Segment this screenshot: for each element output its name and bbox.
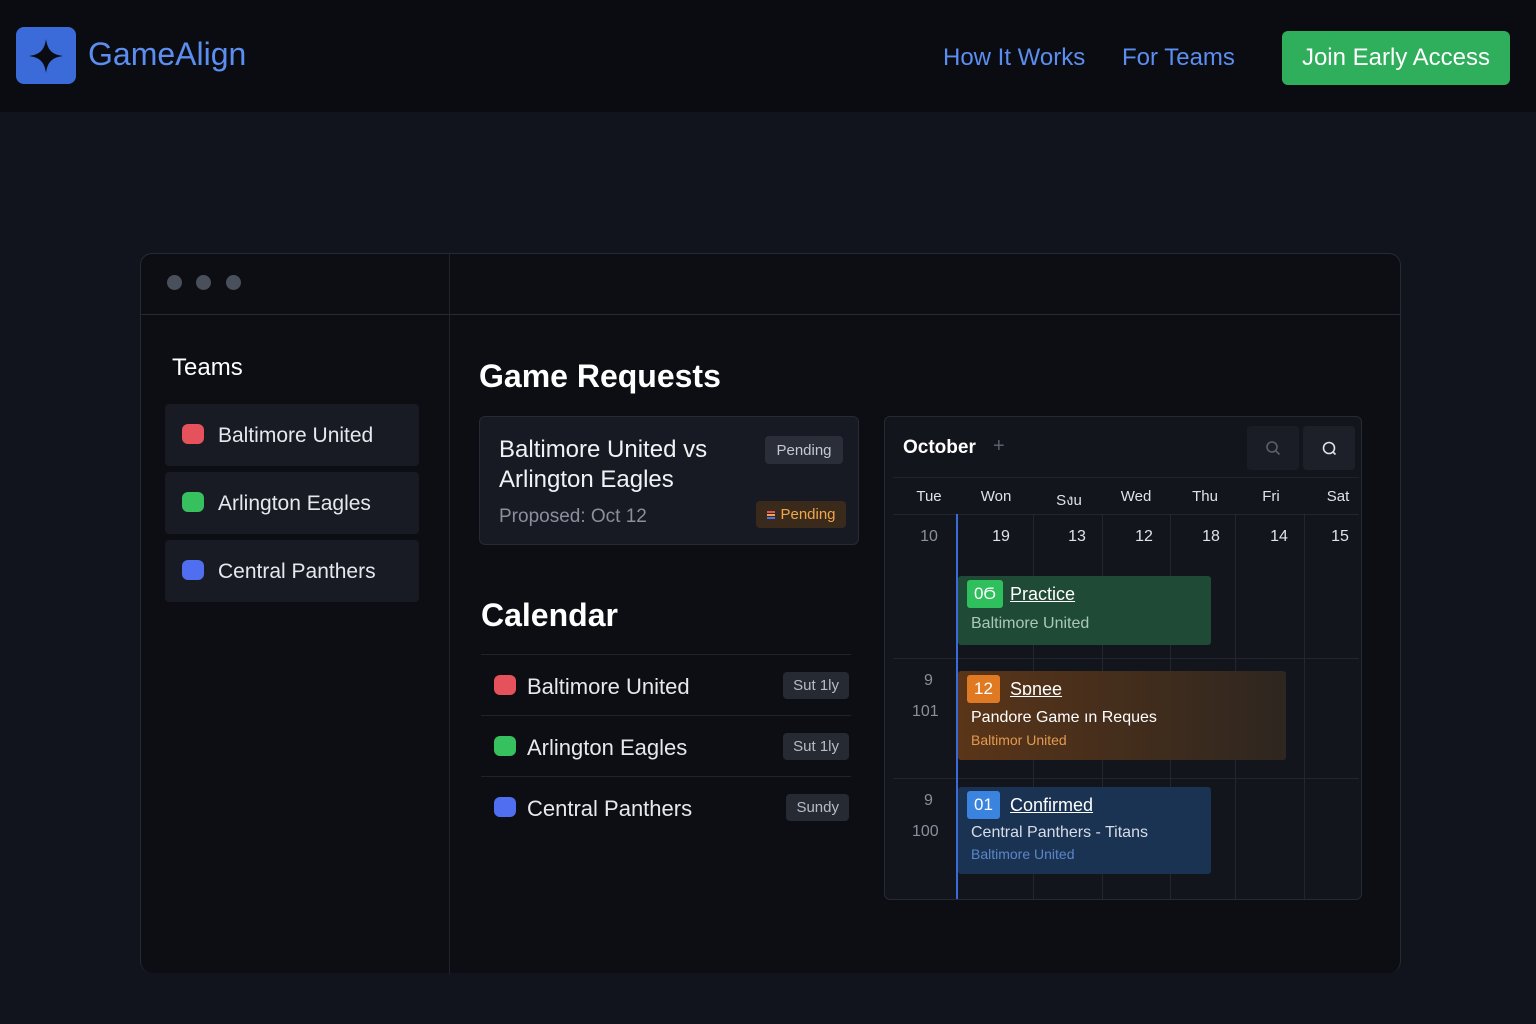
event-badge: 12 bbox=[967, 675, 1000, 703]
day-header: Sงu bbox=[1056, 492, 1082, 509]
date-number: 15 bbox=[1331, 528, 1349, 545]
event-practice[interactable]: 0Ϭ Practice Baltimore United bbox=[958, 576, 1211, 645]
event-team: Baltimore United bbox=[971, 846, 1075, 862]
event-team: Baltimor United bbox=[971, 732, 1067, 748]
nav-link-how-it-works[interactable]: How It Works bbox=[943, 44, 1085, 72]
team-color-swatch bbox=[494, 736, 516, 756]
grid-line bbox=[893, 658, 1359, 659]
date-number: 13 bbox=[1068, 528, 1086, 545]
date-number: 18 bbox=[1202, 528, 1220, 545]
pending-badge-label: Pending bbox=[780, 506, 836, 523]
event-game-request[interactable]: 12 Sɒnee Pandore Game ın Reques Baltimor… bbox=[958, 671, 1286, 760]
time-label: 9 bbox=[924, 792, 933, 809]
pending-icon bbox=[767, 510, 776, 519]
brand-name[interactable]: GameAlign bbox=[88, 36, 246, 73]
day-header: Thu bbox=[1192, 488, 1218, 505]
calendar-grid: Tue Won Sงu Wed Thu Fri Sat 10 19 13 12 … bbox=[893, 477, 1359, 899]
refresh-icon bbox=[1322, 441, 1337, 456]
date-number: 10 bbox=[920, 528, 938, 545]
date-number: 12 bbox=[1135, 528, 1153, 545]
app-window: Teams Baltimore United Arlington Eagles … bbox=[140, 253, 1401, 974]
sidebar-item-arlington-eagles[interactable]: Arlington Eagles bbox=[165, 472, 419, 534]
grid-line bbox=[1304, 514, 1305, 899]
calendar-row-central-panthers[interactable]: Central Panthers Sundy bbox=[481, 776, 851, 837]
calendar-refresh-button[interactable] bbox=[1303, 426, 1355, 470]
team-color-swatch bbox=[494, 675, 516, 695]
game-requests-title: Game Requests bbox=[479, 358, 721, 394]
event-title: Sɒnee bbox=[1010, 679, 1063, 699]
date-number: 19 bbox=[992, 528, 1010, 545]
status-badge: Pending bbox=[765, 436, 843, 464]
event-description: Pandore Game ın Reques bbox=[971, 709, 1157, 726]
logo[interactable] bbox=[16, 27, 76, 84]
calendar-title: Calendar bbox=[481, 597, 618, 633]
time-label: 101 bbox=[912, 703, 939, 720]
calendar-widget: October + Tue Won Sงu Wed Thu Fri Sat 10… bbox=[884, 416, 1362, 900]
sidebar-divider bbox=[449, 254, 450, 974]
event-confirmed[interactable]: 01 Confirmed Central Panthers - Titans B… bbox=[958, 787, 1211, 874]
game-request-card[interactable]: Baltimore United vs Arlington Eagles Pen… bbox=[479, 416, 859, 545]
event-badge: 01 bbox=[967, 791, 1000, 819]
calendar-row-tag: Sut 1ly bbox=[783, 672, 849, 699]
event-team: Baltimore United bbox=[971, 615, 1090, 632]
calendar-row-tag: Sundy bbox=[786, 794, 849, 821]
window-dot bbox=[167, 275, 182, 290]
team-color-swatch bbox=[182, 492, 204, 512]
nav-link-for-teams[interactable]: For Teams bbox=[1122, 44, 1235, 72]
sidebar-item-label: Baltimore United bbox=[218, 424, 374, 447]
calendar-row-baltimore-united[interactable]: Baltimore United Sut 1ly bbox=[481, 654, 851, 715]
day-header: Won bbox=[980, 488, 1012, 505]
calendar-row-label: Arlington Eagles bbox=[527, 735, 688, 760]
calendar-row-label: Baltimore United bbox=[527, 674, 690, 699]
sidebar-item-label: Central Panthers bbox=[218, 560, 376, 583]
sidebar-item-label: Arlington Eagles bbox=[218, 492, 371, 515]
day-header: Fri bbox=[1262, 488, 1280, 505]
team-color-swatch bbox=[494, 797, 516, 817]
team-color-swatch bbox=[182, 560, 204, 580]
top-nav: GameAlign How It Works For Teams Join Ea… bbox=[0, 0, 1536, 112]
day-header: Tue bbox=[916, 488, 942, 505]
sidebar-item-baltimore-united[interactable]: Baltimore United bbox=[165, 404, 419, 466]
request-proposed-date: Proposed: Oct 12 bbox=[499, 506, 647, 527]
sidebar-title: Teams bbox=[172, 354, 243, 381]
time-label: 9 bbox=[924, 672, 933, 689]
window-titlebar bbox=[141, 254, 1400, 315]
plus-icon[interactable]: + bbox=[993, 435, 1005, 458]
event-title: Confirmed bbox=[1010, 795, 1094, 815]
calendar-row-arlington-eagles[interactable]: Arlington Eagles Sut 1ly bbox=[481, 715, 851, 776]
request-matchup: Baltimore United vs Arlington Eagles bbox=[499, 436, 708, 493]
window-dot bbox=[196, 275, 211, 290]
sidebar-item-central-panthers[interactable]: Central Panthers bbox=[165, 540, 419, 602]
calendar-search-button[interactable] bbox=[1247, 426, 1299, 470]
window-dot bbox=[226, 275, 241, 290]
grid-line bbox=[893, 514, 1359, 515]
event-badge: 0Ϭ bbox=[967, 580, 1003, 608]
day-header: Sat bbox=[1326, 488, 1350, 505]
time-label: 100 bbox=[912, 823, 939, 840]
calendar-month[interactable]: October bbox=[903, 437, 976, 459]
calendar-row-label: Central Panthers bbox=[527, 796, 693, 821]
pending-badge: Pending bbox=[756, 501, 846, 528]
four-point-star-icon bbox=[29, 38, 63, 73]
day-header: Wed bbox=[1120, 488, 1152, 505]
event-description: Central Panthers - Titans bbox=[971, 824, 1148, 841]
team-color-swatch bbox=[182, 424, 204, 444]
calendar-row-tag: Sut 1ly bbox=[783, 733, 849, 760]
search-icon bbox=[1266, 441, 1281, 456]
grid-line bbox=[893, 778, 1359, 779]
join-early-access-button[interactable]: Join Early Access bbox=[1282, 31, 1510, 85]
date-number: 14 bbox=[1270, 528, 1288, 545]
event-title: Practice bbox=[1010, 584, 1076, 604]
